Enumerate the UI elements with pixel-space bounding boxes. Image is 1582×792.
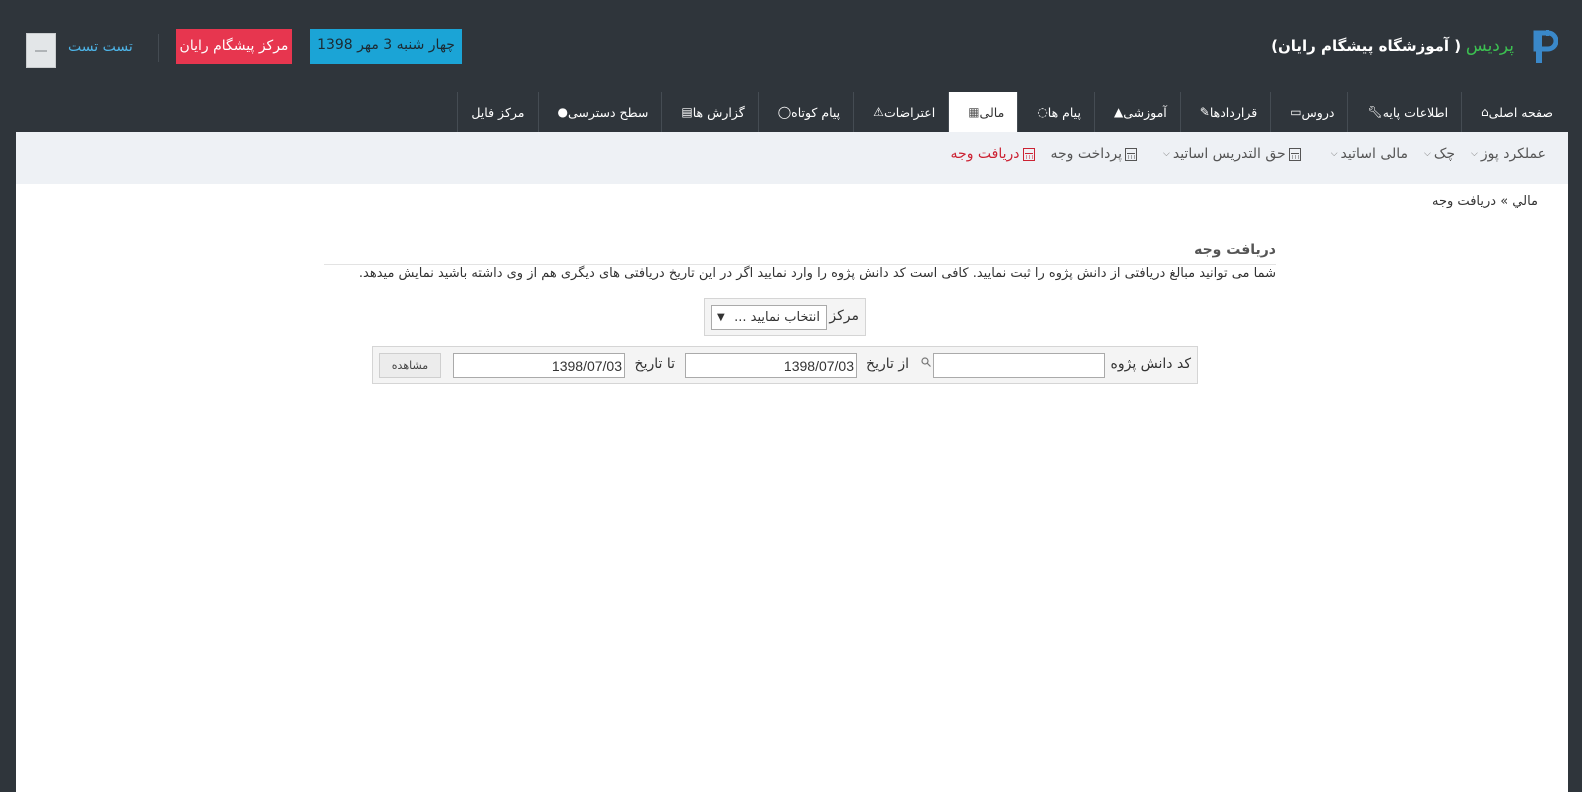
brand: پردیس ( آموزشگاه پیشگام رایان) (1271, 36, 1514, 56)
page-description: شما می توانید مبالغ دریافتی از دانش پژوه… (358, 266, 1276, 281)
tab-access-level[interactable]: ● سطح دسترسی (537, 92, 662, 132)
tab-file-center[interactable]: مرکز فایل (457, 92, 537, 132)
tab-objections[interactable]: ⚠ اعتراضات (853, 92, 948, 132)
comment-icon: ◯ (777, 105, 792, 119)
from-date-input[interactable] (685, 353, 857, 378)
center-filter-box: مرکز انتخاب نمایید ... ▼ (704, 298, 866, 336)
center-badge-button[interactable]: مرکز پیشگام رایان (176, 29, 292, 64)
view-button[interactable]: مشاهده (379, 353, 441, 378)
subnav-receive-payment[interactable]: دریافت وجه (943, 146, 1043, 162)
tab-courses[interactable]: ▭ دروس (1270, 92, 1347, 132)
from-date-label: از تاریخ (866, 356, 909, 372)
header-divider (158, 34, 159, 62)
dropdown-arrow-icon: ▼ (717, 312, 725, 323)
search-filter-box: کد دانش پژوه از تاریخ تا تاریخ مشاهده (372, 346, 1198, 384)
graduation-cap-icon: ▲ (1113, 105, 1124, 119)
app-name: پردیس (1465, 36, 1514, 56)
to-date-input[interactable] (453, 353, 625, 378)
to-date-label: تا تاریخ (634, 356, 675, 372)
subnav-pos[interactable]: عملکرد پوز ⌵ (1463, 146, 1554, 162)
main-tabs: ⌂ صفحه اصلی 🔧︎ اطلاعات پایه ▭ دروس ✎ قرارداد… (457, 92, 1566, 132)
tab-finance[interactable]: ▦ مالی (948, 92, 1018, 132)
arrow-circle-icon: ● (557, 105, 568, 119)
subnav-teachers-finance[interactable]: مالی اساتید ⌵ (1323, 146, 1416, 162)
finance-subnav: دریافت وجه پرداخت وجه حق التدریس اساتید ⌵… (16, 132, 1568, 184)
page-title: دریافت وجه (1194, 242, 1276, 258)
institute-name: ( آموزشگاه پیشگام رایان) (1271, 37, 1462, 55)
calculator-icon: ▦ (968, 105, 980, 119)
tab-sms[interactable]: ◯ پیام کوتاه (757, 92, 853, 132)
wrench-icon: 🔧︎ (1367, 105, 1383, 119)
tab-home[interactable]: ⌂ صفحه اصلی (1461, 92, 1566, 132)
comments-icon: ◌ (1037, 105, 1048, 119)
search-icon[interactable] (921, 357, 931, 367)
chevron-down-icon: ⌵ (1163, 149, 1170, 159)
warning-icon: ⚠ (873, 105, 884, 119)
top-header: پردیس ( آموزشگاه پیشگام رایان) تست تست م… (0, 0, 1582, 92)
subnav-teaching-fee[interactable]: حق التدریس اساتید ⌵ (1155, 146, 1309, 162)
chevron-down-icon: ⌵ (1471, 149, 1478, 159)
content-panel: دریافت وجه پرداخت وجه حق التدریس اساتید ⌵… (16, 132, 1568, 792)
folder-icon: ▭ (1290, 105, 1302, 119)
chevron-down-icon: ⌵ (1424, 149, 1431, 159)
subnav-check[interactable]: چک ⌵ (1416, 146, 1463, 162)
file-icon: ▤ (681, 105, 693, 119)
title-divider (324, 264, 1276, 265)
tab-education[interactable]: ▲ آموزشی (1093, 92, 1180, 132)
edit-icon: ✎ (1199, 105, 1210, 119)
center-select[interactable]: انتخاب نمایید ... ▼ (711, 305, 827, 330)
tab-base-info[interactable]: 🔧︎ اطلاعات پایه (1347, 92, 1461, 132)
user-name-link[interactable]: تست تست (68, 39, 133, 55)
tab-reports[interactable]: ▤ گزارش ها (661, 92, 757, 132)
tab-contracts[interactable]: ✎ قراردادها (1179, 92, 1270, 132)
calculator-icon (1288, 147, 1301, 161)
calculator-icon (1022, 147, 1035, 161)
calculator-icon (1125, 147, 1138, 161)
date-badge: چهار شنبه 3 مهر 1398 (310, 29, 462, 64)
student-code-label: کد دانش پژوه (1110, 356, 1192, 372)
menu-toggle-button[interactable] (26, 33, 56, 68)
chevron-down-icon: ⌵ (1330, 149, 1338, 159)
student-code-input[interactable] (933, 353, 1105, 378)
center-label: مرکز (829, 308, 859, 324)
home-icon: ⌂ (1481, 105, 1489, 119)
subnav-pay[interactable]: پرداخت وجه (1043, 146, 1146, 162)
pardis-logo-icon (1533, 30, 1558, 63)
breadcrumb: مالي » دریافت وجه (1432, 194, 1538, 209)
tab-messages[interactable]: ◌ پیام ها (1017, 92, 1094, 132)
